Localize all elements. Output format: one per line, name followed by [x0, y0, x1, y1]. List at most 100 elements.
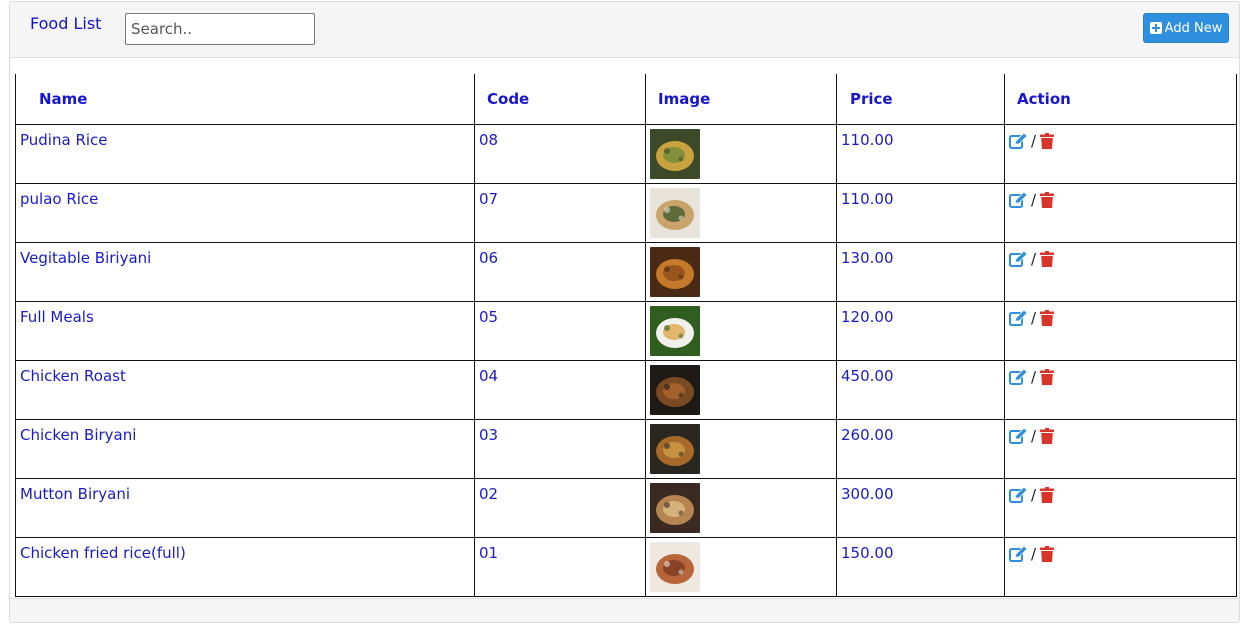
- food-name: Chicken Biryani: [20, 425, 137, 444]
- food-price-cell: 260.00: [836, 418, 1005, 479]
- edit-icon[interactable]: [1009, 250, 1027, 267]
- food-action-cell: /: [1004, 359, 1237, 420]
- food-name: Mutton Biryani: [20, 484, 131, 503]
- food-code: 06: [479, 248, 499, 267]
- food-action-cell: /: [1004, 477, 1237, 538]
- plus-square-icon: [1149, 22, 1162, 34]
- food-price: 130.00: [841, 248, 894, 267]
- food-name: Chicken Roast: [20, 366, 126, 385]
- food-table: Name Code Image Price Action Pudina Rice…: [15, 74, 1237, 597]
- food-image-cell: [645, 536, 837, 597]
- food-name-cell: Mutton Biryani: [15, 477, 475, 538]
- edit-icon[interactable]: [1009, 132, 1027, 149]
- food-action-cell: /: [1004, 300, 1237, 361]
- food-price: 260.00: [841, 425, 894, 444]
- column-header-price: Price: [836, 74, 1005, 125]
- column-header-image: Image: [645, 74, 837, 125]
- table-row: Pudina Rice 08 110.00 /: [15, 123, 1237, 184]
- edit-icon[interactable]: [1009, 191, 1027, 208]
- row-actions: /: [1009, 308, 1232, 326]
- food-code-cell: 07: [474, 182, 646, 243]
- row-actions: /: [1009, 485, 1232, 503]
- food-code-cell: 08: [474, 123, 646, 184]
- edit-icon[interactable]: [1009, 427, 1027, 444]
- food-price-cell: 150.00: [836, 536, 1005, 597]
- food-code: 02: [479, 484, 499, 503]
- add-new-button[interactable]: Add New: [1143, 13, 1229, 43]
- food-list-card: Food List Add New Name Code Image Price …: [9, 1, 1240, 623]
- food-price-cell: 120.00: [836, 300, 1005, 361]
- food-name-cell: Pudina Rice: [15, 123, 475, 184]
- row-actions: /: [1009, 544, 1232, 562]
- food-code-cell: 03: [474, 418, 646, 479]
- search-input[interactable]: [125, 13, 315, 45]
- food-code-cell: 05: [474, 300, 646, 361]
- row-actions: /: [1009, 367, 1232, 385]
- trash-icon[interactable]: [1040, 250, 1055, 267]
- food-code-cell: 01: [474, 536, 646, 597]
- food-image-cell: [645, 300, 837, 361]
- food-price: 300.00: [841, 484, 894, 503]
- food-thumbnail: [650, 246, 700, 297]
- table-row: Chicken fried rice(full) 01 150.00 /: [15, 536, 1237, 597]
- card-footer: [10, 598, 1239, 622]
- trash-icon[interactable]: [1040, 427, 1055, 444]
- trash-icon[interactable]: [1040, 132, 1055, 149]
- page-title: Food List: [30, 14, 102, 33]
- food-image-cell: [645, 477, 837, 538]
- action-separator: /: [1031, 544, 1037, 563]
- column-header-name: Name: [15, 74, 475, 125]
- food-code-cell: 04: [474, 359, 646, 420]
- edit-icon[interactable]: [1009, 368, 1027, 385]
- food-action-cell: /: [1004, 241, 1237, 302]
- add-new-label: Add New: [1164, 20, 1223, 36]
- table-row: pulao Rice 07 110.00 /: [15, 182, 1237, 243]
- table-row: Chicken Biryani 03 260.00 /: [15, 418, 1237, 479]
- food-thumbnail: [650, 541, 700, 592]
- food-image-cell: [645, 123, 837, 184]
- edit-icon[interactable]: [1009, 486, 1027, 503]
- food-name-cell: Chicken Biryani: [15, 418, 475, 479]
- food-image-cell: [645, 418, 837, 479]
- trash-icon[interactable]: [1040, 545, 1055, 562]
- action-separator: /: [1031, 426, 1037, 445]
- food-action-cell: /: [1004, 182, 1237, 243]
- food-code-cell: 02: [474, 477, 646, 538]
- food-name: Pudina Rice: [20, 130, 108, 149]
- food-name-cell: Vegitable Biriyani: [15, 241, 475, 302]
- edit-icon[interactable]: [1009, 309, 1027, 326]
- food-thumbnail: [650, 128, 700, 179]
- food-name: Full Meals: [20, 307, 94, 326]
- food-code: 03: [479, 425, 499, 444]
- table-header-row: Name Code Image Price Action: [15, 74, 1237, 125]
- action-separator: /: [1031, 249, 1037, 268]
- row-actions: /: [1009, 249, 1232, 267]
- trash-icon[interactable]: [1040, 486, 1055, 503]
- food-thumbnail: [650, 423, 700, 474]
- food-name: Chicken fried rice(full): [20, 543, 186, 562]
- edit-icon[interactable]: [1009, 545, 1027, 562]
- food-name-cell: Full Meals: [15, 300, 475, 361]
- food-name: Vegitable Biriyani: [20, 248, 152, 267]
- food-price-cell: 130.00: [836, 241, 1005, 302]
- food-name-cell: Chicken Roast: [15, 359, 475, 420]
- food-price-cell: 110.00: [836, 182, 1005, 243]
- food-thumbnail: [650, 364, 700, 415]
- action-separator: /: [1031, 485, 1037, 504]
- food-price: 450.00: [841, 366, 894, 385]
- food-thumbnail: [650, 482, 700, 533]
- food-action-cell: /: [1004, 123, 1237, 184]
- food-thumbnail: [650, 305, 700, 356]
- food-code: 01: [479, 543, 499, 562]
- food-code: 04: [479, 366, 499, 385]
- food-name-cell: Chicken fried rice(full): [15, 536, 475, 597]
- trash-icon[interactable]: [1040, 309, 1055, 326]
- food-price: 110.00: [841, 130, 894, 149]
- card-header: Food List Add New: [10, 2, 1239, 58]
- trash-icon[interactable]: [1040, 191, 1055, 208]
- trash-icon[interactable]: [1040, 368, 1055, 385]
- food-code: 05: [479, 307, 499, 326]
- food-code-cell: 06: [474, 241, 646, 302]
- row-actions: /: [1009, 190, 1232, 208]
- food-price: 110.00: [841, 189, 894, 208]
